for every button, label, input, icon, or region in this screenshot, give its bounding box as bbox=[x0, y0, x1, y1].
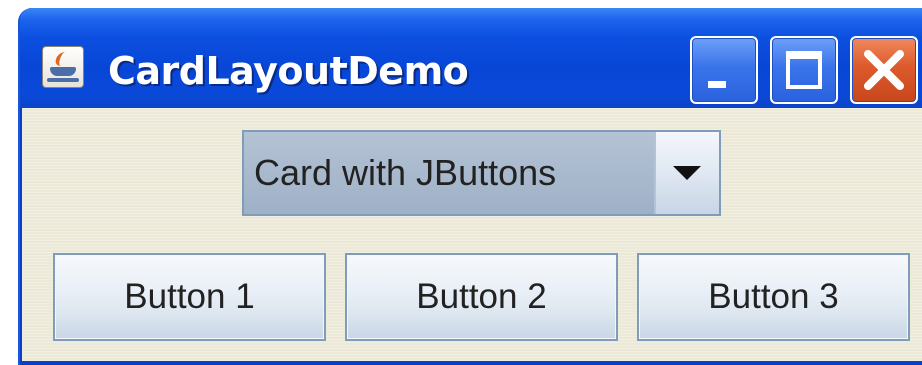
maximize-button[interactable] bbox=[770, 36, 838, 104]
minimize-button[interactable] bbox=[690, 36, 758, 104]
content-pane: Card with JButtons Button 1 Button 2 But… bbox=[22, 108, 922, 361]
button-1[interactable]: Button 1 bbox=[53, 253, 326, 341]
maximize-icon bbox=[786, 51, 822, 89]
combobox-dropdown-button[interactable] bbox=[654, 132, 719, 214]
window-title: CardLayoutDemo bbox=[108, 49, 469, 93]
close-icon bbox=[864, 50, 904, 90]
app-window: CardLayoutDemo Card with JButtons Button… bbox=[18, 8, 922, 365]
java-coffee-cup-icon[interactable] bbox=[42, 46, 84, 88]
close-button[interactable] bbox=[850, 36, 918, 104]
title-bar[interactable]: CardLayoutDemo bbox=[20, 8, 922, 108]
chevron-down-icon bbox=[673, 166, 701, 180]
combobox-selected-value[interactable]: Card with JButtons bbox=[244, 132, 654, 214]
minimize-icon bbox=[708, 81, 726, 88]
button-3[interactable]: Button 3 bbox=[637, 253, 910, 341]
button-2[interactable]: Button 2 bbox=[345, 253, 618, 341]
card-selector-combobox[interactable]: Card with JButtons bbox=[242, 130, 721, 216]
